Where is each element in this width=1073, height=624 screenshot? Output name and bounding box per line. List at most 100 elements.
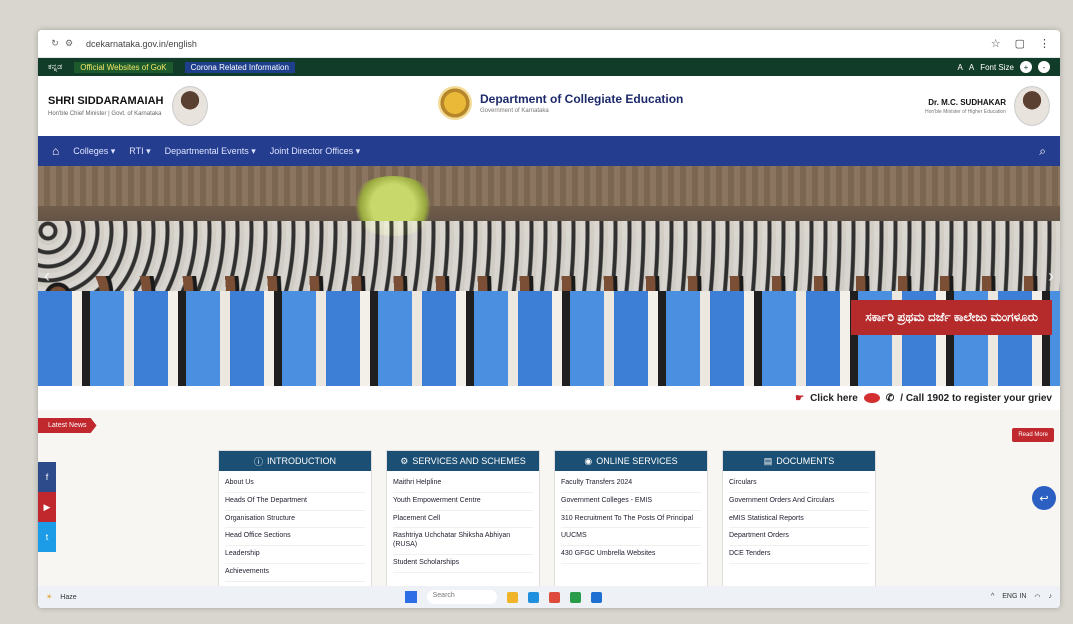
read-more-button[interactable]: Read More: [1012, 428, 1054, 442]
address-bar[interactable]: dcekarnataka.gov.in/english: [86, 39, 197, 49]
click-here-text[interactable]: Click here: [810, 393, 858, 404]
app-icon[interactable]: [569, 591, 581, 603]
panel-documents-title: DOCUMENTS: [776, 456, 835, 466]
list-item[interactable]: eMIS Statistical Reports: [729, 511, 869, 529]
windows-start-icon[interactable]: [404, 591, 417, 603]
list-item[interactable]: Heads Of The Department: [225, 493, 365, 511]
list-item[interactable]: Rashtriya Uchchatar Shiksha Abhiyan (RUS…: [393, 528, 533, 555]
department-subtitle: Government of Karnataka: [480, 108, 549, 114]
cm-designation: Hon'ble Chief Minister | Govt. of Karnat…: [48, 111, 162, 117]
reload-icon[interactable]: ↻: [48, 38, 62, 49]
system-tray: ^ ENG IN ◠ ♪: [991, 593, 1052, 601]
font-decrease-icon[interactable]: -: [1038, 61, 1050, 73]
chief-minister-block: SHRI SIDDARAMAIAH Hon'ble Chief Minister…: [48, 86, 208, 126]
font-size-label: Font Size: [980, 62, 1014, 72]
weather-label[interactable]: Haze: [60, 594, 76, 601]
panel-documents: ▤ DOCUMENTS Circulars Government Orders …: [722, 450, 876, 587]
panel-services-title: SERVICES AND SCHEMES: [412, 456, 526, 466]
list-item[interactable]: Department Orders: [729, 528, 869, 546]
site-info-icon[interactable]: ⚙: [62, 38, 76, 49]
list-item[interactable]: Faculty Transfers 2024: [561, 475, 701, 493]
nav-item-joint-director-offices[interactable]: Joint Director Offices ▾: [270, 146, 360, 157]
list-item[interactable]: Government Colleges - EMIS: [561, 493, 701, 511]
list-item[interactable]: Organisation Structure: [225, 511, 365, 529]
panel-services-header: ⚙ SERVICES AND SCHEMES: [387, 451, 539, 471]
file-explorer-icon[interactable]: [506, 591, 518, 603]
chrome-icon[interactable]: [548, 591, 560, 603]
search-icon[interactable]: ⌕: [1039, 144, 1046, 159]
services-icon: ⚙: [400, 455, 409, 466]
nav-item-rti[interactable]: RTI ▾: [129, 146, 150, 157]
list-item[interactable]: 430 GFGC Umbrella Websites: [561, 546, 701, 564]
hero-carousel[interactable]: ‹ › ಸರ್ಕಾರಿ ಪ್ರಥಮ ದರ್ಜೆ ಕಾಲೇಜು ಮಂಗಳೂರು: [38, 166, 1060, 386]
department-logo-block[interactable]: Department of Collegiate Education Gover…: [438, 86, 683, 120]
language-link[interactable]: ಕನ್ನಡ: [48, 62, 62, 72]
minister-avatar: [1014, 86, 1050, 126]
minister-designation: Hon'ble Minister of Higher Education: [925, 108, 1006, 115]
social-links: f ▶ t: [38, 462, 56, 552]
list-item[interactable]: Circulars: [729, 475, 869, 493]
menu-icon[interactable]: ⋮: [1039, 37, 1050, 50]
list-item[interactable]: UUCMS: [561, 528, 701, 546]
list-item[interactable]: Maithri Helpline: [393, 475, 533, 493]
share-icon[interactable]: ↩: [1032, 486, 1056, 510]
latest-news-tab[interactable]: Latest News: [38, 418, 97, 433]
karnataka-emblem-icon: [438, 86, 472, 120]
list-item[interactable]: Student Scholarships: [393, 555, 533, 573]
alert-icon: [863, 393, 880, 403]
font-small-button[interactable]: A: [958, 63, 963, 72]
list-item[interactable]: DCE Tenders: [729, 546, 869, 564]
hero-caption: ಸರ್ಕಾರಿ ಪ್ರಥಮ ದರ್ಜೆ ಕಾಲೇಜು ಮಂಗಳೂರು: [851, 300, 1052, 335]
panel-online-services: ◉ ONLINE SERVICES Faculty Transfers 2024…: [554, 450, 708, 587]
list-item[interactable]: Placement Cell: [393, 511, 533, 529]
hero-building-roof: [38, 166, 1060, 206]
list-item[interactable]: Youth Empowerment Centre: [393, 493, 533, 511]
tray-chevron-icon[interactable]: ^: [991, 593, 994, 601]
utility-bar: ಕನ್ನಡ Official Websites of GoK Corona Re…: [38, 58, 1060, 76]
language-indicator[interactable]: ENG IN: [1002, 593, 1026, 601]
call-text: / Call 1902 to register your griev: [900, 392, 1052, 404]
bookmark-star-icon[interactable]: ☆: [991, 37, 1001, 50]
carousel-next-icon[interactable]: ›: [1048, 266, 1054, 287]
panel-introduction: ⓘ INTRODUCTION About Us Heads Of The Dep…: [218, 450, 372, 587]
list-item[interactable]: 310 Recruitment To The Posts Of Principa…: [561, 511, 701, 529]
notice-row: ☛ Click here ✆ / Call 1902 to register y…: [38, 386, 1060, 410]
youtube-icon[interactable]: ▶: [38, 492, 56, 522]
phone-icon: ✆: [885, 392, 895, 404]
nav-item-departmental-events[interactable]: Departmental Events ▾: [165, 146, 256, 157]
list-item[interactable]: Leadership: [225, 546, 365, 564]
list-item[interactable]: Government Orders And Circulars: [729, 493, 869, 511]
site-header: SHRI SIDDARAMAIAH Hon'ble Chief Minister…: [38, 76, 1060, 136]
panel-documents-header: ▤ DOCUMENTS: [723, 451, 875, 471]
globe-icon: ◉: [584, 455, 593, 466]
info-icon: ⓘ: [253, 456, 263, 467]
store-icon[interactable]: [590, 591, 602, 603]
corona-info-link[interactable]: Corona Related Information: [184, 61, 295, 73]
list-item[interactable]: Achievements: [225, 564, 365, 582]
documents-icon: ▤: [763, 455, 773, 466]
browser-window: ↻ ⚙ dcekarnataka.gov.in/english ☆ ▢ ⋮ ಕನ…: [38, 30, 1060, 608]
volume-icon[interactable]: ♪: [1049, 593, 1053, 601]
browser-toolbar: ↻ ⚙ dcekarnataka.gov.in/english ☆ ▢ ⋮: [38, 30, 1060, 58]
nav-item-colleges[interactable]: Colleges ▾: [73, 146, 115, 157]
font-large-button[interactable]: A: [969, 63, 974, 72]
extensions-icon[interactable]: ▢: [1015, 37, 1025, 50]
quick-links-panels: ⓘ INTRODUCTION About Us Heads Of The Dep…: [218, 450, 876, 587]
grievance-link[interactable]: ☛ Click here ✆ / Call 1902 to register y…: [795, 393, 1052, 404]
font-size-control: A A Font Size + -: [958, 61, 1050, 73]
twitter-icon[interactable]: t: [38, 522, 56, 552]
official-websites-link[interactable]: Official Websites of GoK: [74, 61, 173, 73]
font-increase-icon[interactable]: +: [1020, 61, 1032, 73]
carousel-prev-icon[interactable]: ‹: [44, 266, 50, 287]
main-navbar: ⌂ Colleges ▾ RTI ▾ Departmental Events ▾…: [38, 136, 1060, 166]
taskbar-search[interactable]: Search: [426, 590, 497, 604]
edge-icon[interactable]: [527, 591, 539, 603]
list-item[interactable]: About Us: [225, 475, 365, 493]
facebook-icon[interactable]: f: [38, 462, 56, 492]
wifi-icon[interactable]: ◠: [1034, 593, 1040, 601]
panel-online-header: ◉ ONLINE SERVICES: [555, 451, 707, 471]
list-item[interactable]: Head Office Sections: [225, 528, 365, 546]
home-icon[interactable]: ⌂: [52, 144, 59, 158]
weather-icon[interactable]: ☀: [46, 593, 52, 601]
taskbar-center: Search: [404, 590, 602, 604]
